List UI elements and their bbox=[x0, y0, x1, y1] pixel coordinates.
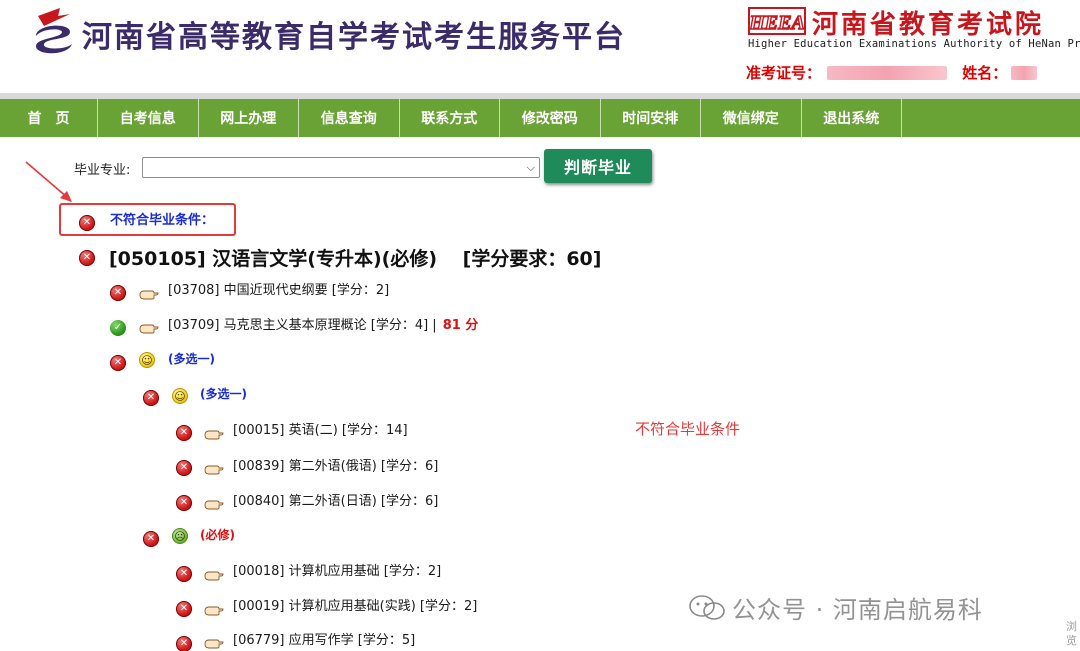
nav-online-service[interactable]: 网上办理 bbox=[199, 99, 299, 137]
hand-pointer-icon bbox=[204, 500, 224, 510]
fail-icon: ✕ bbox=[110, 355, 126, 371]
fail-icon: ✕ bbox=[176, 425, 192, 441]
course-item: [06779] 应用写作学 [学分：5] bbox=[233, 633, 416, 648]
heea-logo-icon: HEEA bbox=[748, 7, 806, 35]
hand-pointer-icon bbox=[204, 571, 224, 581]
fail-icon: ✕ bbox=[110, 285, 126, 301]
nav-change-password[interactable]: 修改密码 bbox=[500, 99, 601, 137]
sad-face-icon: ☹ bbox=[172, 528, 188, 544]
course-item: [00018] 计算机应用基础 [学分：2] bbox=[233, 564, 442, 579]
annotation-note: 不符合毕业条件 bbox=[635, 420, 741, 438]
course-item: [03709] 马克思主义基本原理概论 [学分：4] | 81 分 bbox=[168, 314, 478, 333]
nav-logout[interactable]: 退出系统 bbox=[802, 99, 902, 137]
course-score: 81 分 bbox=[442, 318, 479, 333]
fail-icon: ✕ bbox=[176, 636, 192, 651]
smile-face-icon: ☺ bbox=[172, 388, 188, 404]
fail-icon: ✕ bbox=[176, 495, 192, 511]
hand-pointer-icon bbox=[204, 606, 224, 616]
major-title: [050105] 汉语言文学(专升本)(必修) [学分要求：60] bbox=[109, 248, 602, 270]
user-info: 准考证号： 姓名： bbox=[746, 62, 1038, 83]
subgroup-choose-one: (多选一) bbox=[200, 387, 247, 401]
course-item: [00015] 英语(二) [学分：14] bbox=[233, 423, 408, 438]
wechat-icon bbox=[689, 595, 725, 620]
heea-name: 河南省教育考试院 bbox=[812, 10, 1045, 40]
main-nav: 首 页 自考信息 网上办理 信息查询 联系方式 修改密码 时间安排 微信绑定 退… bbox=[0, 99, 1080, 137]
nav-wechat-bind[interactable]: 微信绑定 bbox=[701, 99, 802, 137]
platform-logo-icon bbox=[36, 8, 72, 54]
hand-pointer-icon bbox=[204, 639, 224, 649]
subgroup-required: (必修) bbox=[200, 528, 235, 542]
status-title: 不符合毕业条件： bbox=[110, 213, 215, 228]
course-item: [00839] 第二外语(俄语) [学分：6] bbox=[233, 459, 439, 474]
nav-contact[interactable]: 联系方式 bbox=[400, 99, 500, 137]
site-title: 河南省高等教育自学考试考生服务平台 bbox=[82, 20, 626, 55]
major-select[interactable]: ⌵ bbox=[142, 157, 540, 178]
chevron-down-icon: ⌵ bbox=[526, 161, 535, 174]
hand-pointer-icon bbox=[204, 465, 224, 475]
course-item: [00019] 计算机应用基础(实践) [学分：2] bbox=[233, 599, 478, 614]
pass-check-icon: ✓ bbox=[110, 320, 126, 336]
hand-pointer-icon bbox=[139, 290, 159, 300]
nav-exam-info[interactable]: 自考信息 bbox=[98, 99, 199, 137]
course-item: [00840] 第二外语(日语) [学分：6] bbox=[233, 494, 439, 509]
name-label: 姓名： bbox=[962, 64, 1008, 82]
fail-icon: ✕ bbox=[176, 460, 192, 476]
watermark-text: 公众号 · 河南启航易科 bbox=[732, 596, 983, 624]
fail-icon: ✕ bbox=[143, 390, 159, 406]
corner-text: 浏览 bbox=[1066, 620, 1077, 647]
heea-english-name: Higher Education Examinations Authority … bbox=[748, 38, 1080, 50]
fail-icon: ✕ bbox=[79, 215, 95, 231]
major-label: 毕业专业: bbox=[74, 163, 131, 178]
nav-home[interactable]: 首 页 bbox=[0, 99, 98, 137]
judge-graduation-button[interactable]: 判断毕业 bbox=[544, 149, 652, 183]
fail-icon: ✕ bbox=[79, 250, 95, 266]
fail-icon: ✕ bbox=[176, 601, 192, 617]
group-choose-one: (多选一) bbox=[168, 352, 215, 366]
course-item: [03708] 中国近现代史纲要 [学分：2] bbox=[168, 283, 390, 298]
hand-pointer-icon bbox=[204, 430, 224, 440]
fail-icon: ✕ bbox=[143, 531, 159, 547]
nav-schedule[interactable]: 时间安排 bbox=[601, 99, 701, 137]
name-masked bbox=[1011, 66, 1038, 80]
ticket-label: 准考证号： bbox=[746, 64, 822, 82]
smile-face-icon: ☺ bbox=[139, 352, 155, 368]
course-text: [03709] 马克思主义基本原理概论 [学分：4] | bbox=[168, 318, 437, 333]
fail-icon: ✕ bbox=[176, 566, 192, 582]
ticket-number-masked bbox=[827, 66, 948, 80]
hand-pointer-icon bbox=[139, 324, 159, 334]
page-header: 河南省高等教育自学考试考生服务平台 HEEA 河南省教育考试院 Higher E… bbox=[0, 0, 1080, 93]
nav-info-query[interactable]: 信息查询 bbox=[299, 99, 400, 137]
svg-text:HEEA: HEEA bbox=[748, 12, 805, 34]
annotation-arrow bbox=[25, 161, 72, 202]
